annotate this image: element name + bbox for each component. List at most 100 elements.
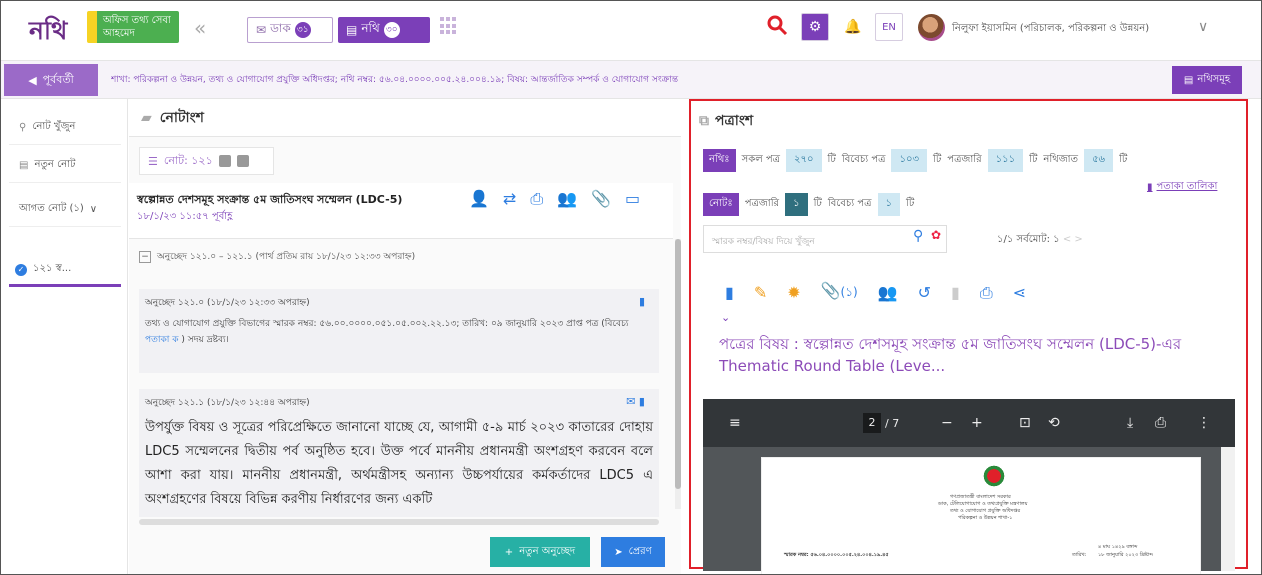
pdf-scrollbar[interactable] — [1221, 447, 1235, 571]
unit-label: টি — [932, 154, 942, 165]
all-letters-count[interactable]: ২৭০ — [786, 149, 822, 172]
pdf-date-bn: ৪ মাঘ ১৪২৯ বঙ্গাব্দ — [1098, 544, 1138, 550]
list-icon: ☰ — [148, 154, 158, 168]
note-issued-count[interactable]: ১ — [785, 193, 808, 216]
nothi-button[interactable]: ▤ নথি ৩০ — [338, 17, 430, 43]
search-icon[interactable]: ⚲ — [913, 228, 923, 244]
page-number-input[interactable]: 2 — [863, 413, 881, 433]
document-icon: ▤ — [19, 160, 29, 171]
paragraph-body: উপর্যুক্ত বিষয় ও সূত্রের পরিপ্রেক্ষিতে … — [145, 420, 653, 507]
note-toolbar: 👤 ⇄ ⎙ 👥 📎 ▭ — [469, 189, 640, 209]
mail-icon: ✉ — [256, 23, 267, 37]
new-paragraph-button[interactable]: + নতুন অনুচ্ছেদ — [490, 537, 590, 567]
note-list-item[interactable]: ✓ ১২১ স্ব... — [9, 255, 121, 287]
user-name[interactable]: নিলুফা ইয়াসমিন (পরিচালক, পরিকল্পনা ও উন… — [952, 21, 1149, 38]
notification-bell-icon[interactable]: 🔔 — [839, 13, 867, 41]
expand-chevron-icon[interactable]: ⌄ — [721, 311, 730, 324]
note-consider-label[interactable]: বিবেচ্য পত্র — [828, 196, 872, 213]
pager: ১/১ সর্বমোট: ১ < > — [997, 232, 1083, 249]
scrollbar-thumb[interactable] — [675, 239, 681, 489]
attachment-icon[interactable]: 📎 — [591, 189, 611, 209]
more-icon[interactable]: ⋮ — [1197, 415, 1211, 431]
edit-icon[interactable]: ✎ — [754, 283, 767, 302]
transfer-icon[interactable]: ⇄ — [503, 189, 516, 209]
zoom-in-icon[interactable]: + — [971, 415, 983, 431]
nothis-button[interactable]: ▤ নথিসমূহ — [1172, 66, 1242, 94]
avatar[interactable] — [918, 14, 945, 41]
back-button[interactable]: ◀ পূর্ববর্তী — [4, 64, 98, 96]
consider-count[interactable]: ১০৩ — [891, 149, 927, 172]
paragraph-group-header[interactable]: − অনুচ্ছেদ ১২১.০ – ১২১.১ (পার্থ প্রতিম র… — [139, 249, 415, 264]
all-letters-label[interactable]: সকল পত্র — [742, 152, 780, 169]
dak-label: ডাক — [270, 21, 291, 35]
history-icon[interactable]: ↺ — [918, 283, 931, 302]
issued-count[interactable]: ১১১ — [987, 149, 1024, 172]
dak-count-badge: ৩১ — [294, 22, 311, 38]
incoming-notes-toggle[interactable]: আগত নোট (১) ∨ — [9, 193, 121, 227]
mail-icon[interactable]: ✉ ▮ — [626, 395, 645, 408]
consider-label[interactable]: বিবেচ্য পত্র — [842, 152, 886, 169]
menu-icon[interactable]: ≡ — [729, 415, 741, 431]
filed-label[interactable]: নথিজাত — [1043, 152, 1078, 169]
chevron-down-icon[interactable]: ∨ — [1198, 19, 1208, 35]
note-issued-label[interactable]: পত্রজারি — [745, 196, 779, 213]
horizontal-scrollbar[interactable] — [139, 519, 659, 525]
expand-icon[interactable] — [218, 155, 231, 167]
dak-button[interactable]: ✉ ডাক ৩১ — [247, 17, 333, 43]
new-note-button[interactable]: ▤ নতুন নোট — [9, 149, 121, 183]
new-paragraph-label: নতুন অনুচ্ছেদ — [519, 545, 576, 557]
panel-icon[interactable]: ▭ — [625, 189, 640, 209]
note-date: ১৮/১/২৩ ১১:৫৭ পূর্বাহ্ণ — [137, 211, 233, 222]
incoming-label: আগত নোট (১) — [19, 203, 84, 214]
collapse-chevron-icon[interactable]: « — [194, 16, 206, 40]
copy-icon[interactable]: ▮ — [725, 283, 734, 302]
filed-count[interactable]: ৫৬ — [1084, 149, 1114, 172]
copy-icon[interactable]: ▮ — [639, 295, 645, 308]
print-icon[interactable]: ⎙ — [1155, 415, 1166, 431]
breadcrumb-bar: ◀ পূর্ববর্তী শাখা: পরিকল্পনা ও উন্নয়ন, … — [1, 61, 1261, 99]
nothi-logo[interactable]: নথি — [29, 11, 69, 45]
pdf-page: গণপ্রজাতন্ত্রী বাংলাদেশ সরকার ডাক, টেলিয… — [761, 457, 1201, 574]
note-item-label: ১২১ স্ব... — [33, 263, 72, 274]
note-search-button[interactable]: ⚲ নোট খুঁজুন — [9, 111, 121, 145]
note-consider-count[interactable]: ১ — [877, 193, 900, 216]
zoom-out-icon[interactable]: − — [941, 415, 953, 431]
flag-list-link[interactable]: ▮ পতাকা তালিকা — [1147, 179, 1217, 196]
collapse-icon[interactable]: − — [139, 250, 151, 263]
rotate-icon[interactable]: ⟲ — [1048, 415, 1060, 431]
top-bar: নথি অফিস তথ্য সেবা আহমেদ « ✉ ডাক ৩১ ▤ নথ… — [1, 1, 1261, 61]
paragraph-title: অনুচ্ছেদ ১২১.১ (১৮/১/২৩ ১২:৪৪ অপরাহ্ন) — [145, 398, 310, 408]
fit-page-icon[interactable]: ⊡ — [1019, 415, 1031, 431]
paragraph-card: ▮ অনুচ্ছেদ ১২১.০ (১৮/১/২৩ ১২:৩৩ অপরাহ্ন)… — [139, 289, 659, 373]
share-icon[interactable]: ⋖ — [1013, 283, 1026, 302]
clear-icon[interactable]: ✿ — [931, 228, 941, 242]
print-icon[interactable]: ⎙ — [980, 283, 993, 303]
government-emblem — [982, 464, 1006, 488]
paragraph-group-label: অনুচ্ছেদ ১২১.০ – ১২১.১ (পার্থ প্রতিম রায… — [157, 252, 416, 262]
close-icon[interactable] — [236, 155, 249, 167]
letters-panel: ⧉ পত্রাংশ নথিঃ সকল পত্র ২৭০ টি বিবেচ্য প… — [689, 99, 1248, 574]
folder-icon: ▤ — [1183, 74, 1194, 86]
letter-search-input[interactable]: স্মারক নম্বর/বিষয় দিয়ে খুঁজুন — [703, 225, 947, 253]
users-icon[interactable]: 👥 — [557, 189, 577, 209]
tab-note-121[interactable]: ☰ নোট: ১২১ — [139, 147, 274, 175]
download-icon[interactable]: ⤓ — [1127, 415, 1133, 431]
letter-subject[interactable]: পত্রের বিষয় : স্বল্পোন্নত দেশসমূহ সংক্র… — [719, 333, 1219, 377]
search-icon[interactable] — [765, 13, 789, 37]
language-toggle[interactable]: EN — [875, 13, 903, 41]
nothi-label: নথি — [361, 21, 380, 35]
page-total: / 7 — [885, 416, 900, 430]
bookmark-icon[interactable]: ▮ — [951, 283, 960, 302]
issued-label[interactable]: পত্রজারি — [947, 152, 981, 169]
next-icon[interactable]: > — [1074, 234, 1082, 245]
print-icon[interactable]: ⎙ — [530, 189, 543, 209]
flag-link[interactable]: পতাকা ক — [145, 335, 179, 345]
send-button[interactable]: ➤ প্রেরণ — [601, 537, 665, 567]
sun-icon[interactable]: ✹ — [787, 283, 800, 302]
attachment-icon[interactable]: 📎(১) — [821, 281, 858, 304]
users-icon[interactable]: 👥 — [878, 283, 898, 302]
apps-grid-icon[interactable] — [440, 17, 458, 35]
prev-icon[interactable]: < — [1063, 234, 1071, 245]
user-icon[interactable]: 👤 — [469, 189, 489, 209]
settings-gear-icon[interactable]: ⚙ — [801, 13, 829, 41]
